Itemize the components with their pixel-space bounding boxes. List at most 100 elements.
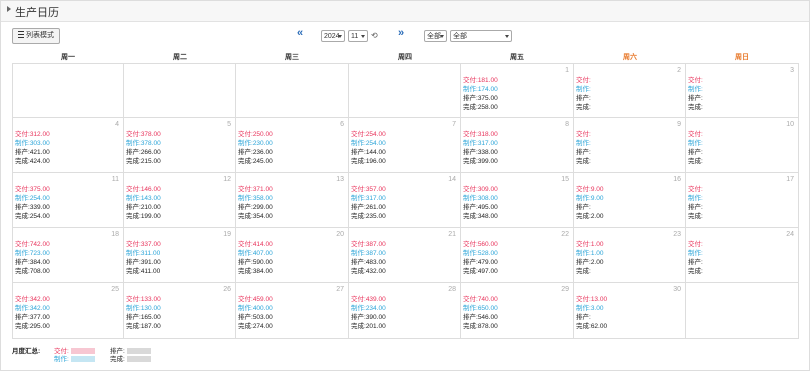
- day-done-value: 196.00: [365, 158, 386, 165]
- calendar-day-cell[interactable]: 12 交付:146.00 制作:143.00 排产:210.00 完成:199.00: [124, 173, 236, 228]
- calendar-day-cell[interactable]: 26 交付:133.00 制作:130.00 排产:165.00 完成:187.00: [124, 283, 236, 339]
- day-done-label: 完成:: [126, 323, 141, 330]
- next-month-button[interactable]: »: [398, 27, 404, 39]
- day-make-label: 制作:: [688, 195, 703, 202]
- refresh-icon[interactable]: ⟲: [371, 31, 378, 40]
- calendar-day-cell[interactable]: 6 交付:250.00 制作:230.00 排产:236.00 完成:245.00: [236, 118, 349, 173]
- day-done-label: 完成:: [688, 213, 703, 220]
- day-plan-label: 排产:: [126, 314, 141, 321]
- day-deliver-label: 交付:: [238, 296, 253, 303]
- day-plan-line: 排产:299.00: [238, 203, 273, 212]
- day-plan-label: 排产:: [126, 149, 141, 156]
- calendar-day-cell[interactable]: 25 交付:342.00 制作:342.00 排产:377.00 完成:295.00: [12, 283, 124, 339]
- day-make-label: 制作:: [688, 250, 703, 257]
- day-done-label: 完成:: [126, 158, 141, 165]
- day-plan-line: 排产:144.00: [351, 148, 386, 157]
- year-select[interactable]: 2024: [321, 30, 345, 42]
- calendar-day-cell[interactable]: 27 交付:459.00 制作:400.00 排产:503.00 完成:274.00: [236, 283, 349, 339]
- day-plan-line: 排产:: [688, 258, 703, 267]
- calendar-day-cell[interactable]: 22 交付:560.00 制作:528.00 排产:479.00 完成:497.00: [461, 228, 574, 283]
- weekday-tue: 周二: [173, 54, 187, 61]
- day-done-line: 完成:: [688, 103, 703, 112]
- day-deliver-value: 318.00: [477, 131, 498, 138]
- chevron-down-icon: [440, 35, 444, 38]
- day-make-label: 制作:: [688, 86, 703, 93]
- day-deliver-label: 交付:: [15, 296, 30, 303]
- day-done-label: 完成:: [351, 323, 366, 330]
- day-number: 29: [561, 286, 569, 293]
- calendar-day-cell[interactable]: 1 交付:181.00 制作:174.00 排产:375.00 完成:258.00: [461, 63, 574, 118]
- calendar-day-cell[interactable]: 3 交付: 制作: 排产: 完成:: [686, 63, 799, 118]
- calendar-day-cell[interactable]: 5 交付:378.00 制作:378.00 排产:266.00 完成:215.00: [124, 118, 236, 173]
- day-make-line: 制作:317.00: [351, 194, 386, 203]
- calendar-day-cell[interactable]: 13 交付:371.00 制作:358.00 排产:299.00 完成:354.00: [236, 173, 349, 228]
- day-deliver-line: 交付:414.00: [238, 240, 273, 249]
- day-done-line: 完成:: [688, 212, 703, 221]
- collapse-triangle-icon[interactable]: [7, 6, 11, 12]
- calendar-day-cell[interactable]: 19 交付:337.00 制作:311.00 排产:391.00 完成:411.00: [124, 228, 236, 283]
- toolbar: 列表模式 « 2024 11 ⟲ » 全部 全部: [1, 25, 809, 47]
- day-plan-line: 排产:: [576, 94, 591, 103]
- day-deliver-label: 交付:: [576, 296, 591, 303]
- day-number: 30: [673, 286, 681, 293]
- panel-header[interactable]: 生产日历: [1, 1, 809, 22]
- day-deliver-line: 交付:371.00: [238, 185, 273, 194]
- day-make-value: 650.00: [477, 305, 498, 312]
- calendar-day-cell[interactable]: 24 交付: 制作: 排产: 完成:: [686, 228, 799, 283]
- day-number: 23: [673, 231, 681, 238]
- day-deliver-label: 交付:: [351, 296, 366, 303]
- calendar-empty-cell: [349, 63, 461, 118]
- day-done-line: 完成:399.00: [463, 157, 498, 166]
- calendar-day-cell[interactable]: 11 交付:375.00 制作:254.00 排产:339.00 完成:254.00: [12, 173, 124, 228]
- day-done-line: 完成:235.00: [351, 212, 386, 221]
- day-make-label: 制作:: [463, 195, 478, 202]
- day-make-line: 制作:254.00: [15, 194, 50, 203]
- day-deliver-line: 交付:387.00: [351, 240, 386, 249]
- calendar-day-cell[interactable]: 15 交付:309.00 制作:308.00 排产:495.00 完成:348.00: [461, 173, 574, 228]
- calendar-day-cell[interactable]: 20 交付:414.00 制作:407.00 排产:590.00 完成:384.00: [236, 228, 349, 283]
- day-done-line: 完成:708.00: [15, 267, 50, 276]
- day-deliver-line: 交付:146.00: [126, 185, 161, 194]
- day-done-label: 完成:: [15, 158, 30, 165]
- day-plan-line: 排产:: [576, 313, 591, 322]
- day-plan-value: 236.00: [252, 149, 273, 156]
- calendar-day-cell[interactable]: 9 交付: 制作: 排产: 完成:: [574, 118, 686, 173]
- day-make-label: 制作:: [351, 195, 366, 202]
- calendar-day-cell[interactable]: 30 交付:13.00 制作:3.00 排产: 完成:62.00: [574, 283, 686, 339]
- day-done-label: 完成:: [15, 268, 30, 275]
- day-plan-label: 排产:: [576, 95, 591, 102]
- calendar-day-cell[interactable]: 18 交付:742.00 制作:723.00 排产:384.00 完成:708.00: [12, 228, 124, 283]
- month-select[interactable]: 11: [348, 30, 368, 42]
- calendar-day-cell[interactable]: 21 交付:387.00 制作:387.00 排产:483.00 完成:432.00: [349, 228, 461, 283]
- calendar-day-cell[interactable]: 10 交付: 制作: 排产: 完成:: [686, 118, 799, 173]
- day-make-label: 制作:: [126, 250, 141, 257]
- monthly-summary: 月度汇总: 交付: 制作: 排产: 完成:: [12, 343, 802, 365]
- day-done-value: 254.00: [29, 213, 50, 220]
- filter-select-2[interactable]: 全部: [450, 30, 512, 42]
- day-plan-line: 排产:: [688, 203, 703, 212]
- day-make-label: 制作:: [576, 140, 591, 147]
- prev-month-button[interactable]: «: [297, 27, 303, 39]
- day-make-value: 317.00: [365, 195, 386, 202]
- summary-make-value-redacted: [70, 356, 95, 363]
- weekday-fri: 周五: [510, 54, 524, 61]
- calendar-day-cell[interactable]: 2 交付: 制作: 排产: 完成:: [574, 63, 686, 118]
- calendar-day-cell[interactable]: 14 交付:357.00 制作:317.00 排产:261.00 完成:235.00: [349, 173, 461, 228]
- day-done-label: 完成:: [463, 158, 478, 165]
- calendar-day-cell[interactable]: 17 交付: 制作: 排产: 完成:: [686, 173, 799, 228]
- day-plan-label: 排产:: [238, 149, 253, 156]
- calendar-day-cell[interactable]: 8 交付:318.00 制作:317.00 排产:338.00 完成:399.00: [461, 118, 574, 173]
- calendar-day-cell[interactable]: 28 交付:439.00 制作:234.00 排产:390.00 完成:201.00: [349, 283, 461, 339]
- list-mode-button[interactable]: 列表模式: [12, 28, 60, 44]
- day-plan-value: 339.00: [29, 204, 50, 211]
- calendar-day-cell[interactable]: 7 交付:254.00 制作:254.00 排产:144.00 完成:196.00: [349, 118, 461, 173]
- calendar-day-cell[interactable]: 29 交付:740.00 制作:650.00 排产:546.00 完成:878.00: [461, 283, 574, 339]
- calendar-day-cell[interactable]: 4 交付:312.00 制作:303.00 排产:421.00 完成:424.00: [12, 118, 124, 173]
- calendar-day-cell[interactable]: 16 交付:9.00 制作:9.00 排产: 完成:2.00: [574, 173, 686, 228]
- filter-select-1[interactable]: 全部: [424, 30, 447, 42]
- day-plan-value: 377.00: [29, 314, 50, 321]
- day-done-line: 完成:: [688, 267, 703, 276]
- day-done-line: 完成:354.00: [238, 212, 273, 221]
- calendar-day-cell[interactable]: 23 交付:1.00 制作:1.00 排产:2.00 完成:: [574, 228, 686, 283]
- day-deliver-line: 交付:742.00: [15, 240, 50, 249]
